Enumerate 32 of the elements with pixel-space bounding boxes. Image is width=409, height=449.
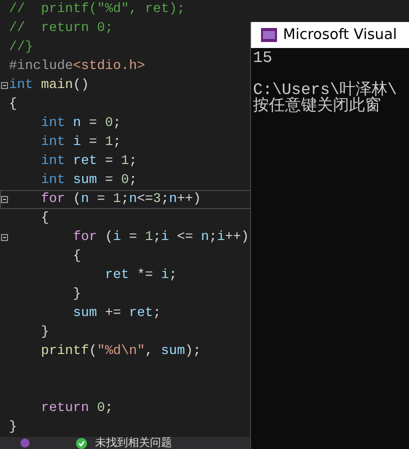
code-line: int main() [9, 77, 89, 95]
code-line: } [72, 286, 81, 304]
console-output: 按任意键关闭此窗 [253, 98, 381, 114]
code-line: { [9, 96, 17, 114]
collapse-icon[interactable] [1, 196, 8, 203]
code-line: { [72, 248, 81, 266]
code-line: int sum = 0; [40, 172, 137, 190]
console-app-icon [261, 28, 277, 42]
code-line: { [40, 210, 49, 228]
window-title: Microsoft Visual [283, 27, 397, 43]
console-output: 15 [253, 50, 272, 66]
code-line: // return 0; [9, 20, 113, 38]
code-line: } [9, 419, 17, 437]
check-icon [76, 438, 87, 448]
code-line: for (i = 1;i <= n;i++) [72, 229, 249, 247]
code-line: ret *= i; [104, 267, 177, 285]
code-line: // printf("%d", ret); [9, 1, 185, 19]
code-line: int n = 0; [40, 115, 121, 133]
code-line: #include<stdio.h> [9, 58, 145, 76]
status-message: 未找到相关问题 [95, 437, 172, 449]
code-line: //} [9, 39, 33, 57]
console-output: C:\Users\叶泽林\ [253, 82, 398, 98]
code-line: sum += ret; [72, 305, 161, 323]
collapse-icon[interactable] [1, 82, 8, 89]
code-line: return 0; [40, 400, 113, 418]
code-line: int ret = 1; [40, 153, 137, 171]
code-line: } [40, 324, 49, 342]
code-line: printf("%d\n", sum); [40, 343, 201, 361]
ai-icon[interactable] [20, 438, 30, 448]
code-line: int i = 1; [40, 134, 121, 152]
code-line: for (n = 1;n<=3;n++) [40, 191, 201, 209]
collapse-icon[interactable] [1, 234, 8, 241]
